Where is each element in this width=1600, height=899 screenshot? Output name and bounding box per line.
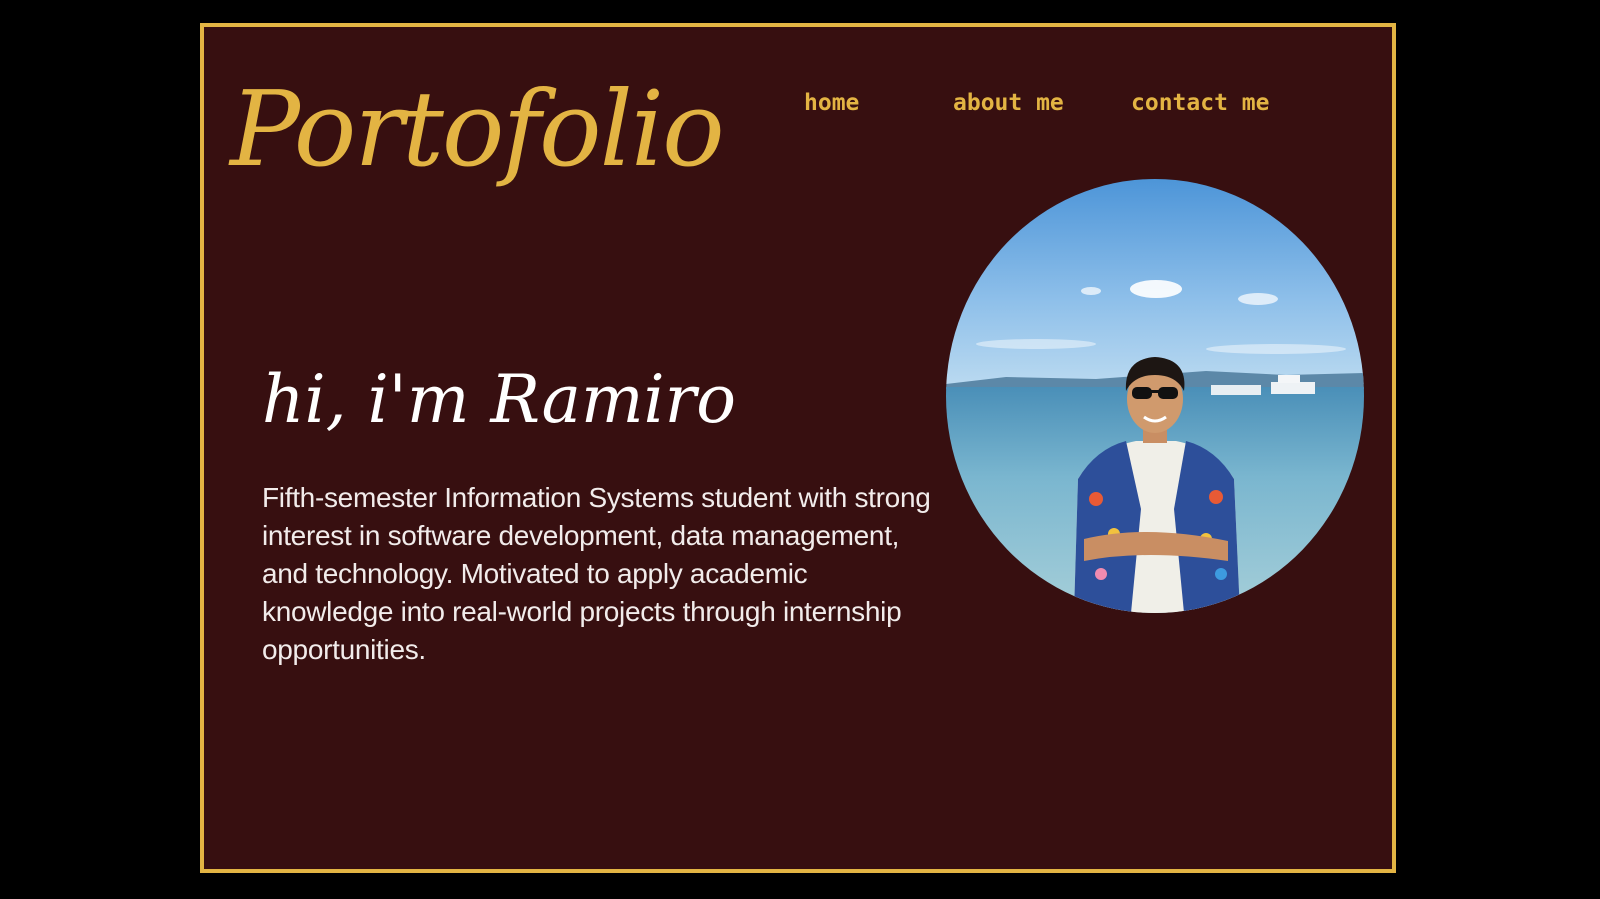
hero-bio: Fifth-semester Information Systems stude… bbox=[262, 482, 931, 665]
hero-greeting: hi, i'm Ramiro bbox=[262, 361, 736, 438]
nav-home-link[interactable]: home bbox=[804, 85, 859, 121]
nav-contact-me-link[interactable]: contact me bbox=[1131, 85, 1269, 121]
nav-about-me-link[interactable]: about me bbox=[953, 85, 1064, 121]
profile-photo bbox=[946, 179, 1364, 613]
portfolio-page-frame: Portofolio home about me contact me hi, … bbox=[200, 23, 1396, 873]
main-nav: home about me contact me bbox=[204, 85, 1392, 121]
